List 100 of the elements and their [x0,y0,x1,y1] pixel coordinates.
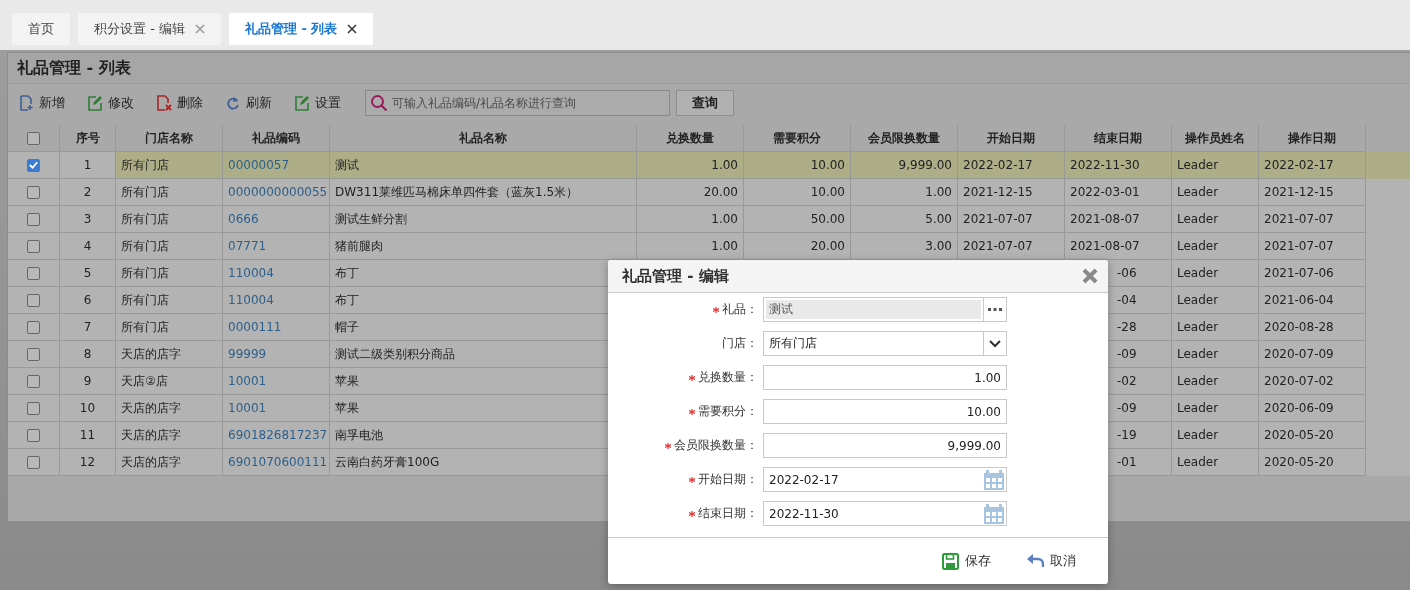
name-cell: 猪前腿肉 [335,237,383,255]
store-cell: 天店②店 [121,372,168,390]
row-number: 10 [79,401,96,415]
table-cell: -09 [1117,401,1137,415]
table-cell: 2021-07-07 [1264,239,1334,253]
table-cell: 2020-06-09 [1264,401,1334,415]
table-cell: -01 [1117,455,1137,469]
table-cell: 20.00 [703,185,738,199]
field-label: 礼品： [722,301,758,318]
table-cell: -06 [1117,266,1137,280]
name-cell: 帽子 [335,318,359,336]
row-number: 8 [83,347,92,361]
table-cell: 2022-02-17 [963,158,1033,172]
store-cell: 天店的店字 [121,399,181,417]
store-cell: 所有门店 [121,210,169,228]
table-cell: 2021-08-07 [1070,212,1140,226]
table-cell: Leader [1177,266,1219,280]
table-cell: Leader [1177,185,1219,199]
table-cell: Leader [1177,239,1219,253]
field-label: 需要积分： [698,403,758,420]
table-cell: -19 [1117,428,1137,442]
name-cell: 布丁 [335,291,359,309]
code-cell: 00000057 [228,158,290,172]
table-cell: 2020-05-20 [1264,428,1334,442]
table-cell: 2022-02-17 [1264,158,1334,172]
row-number: 7 [83,320,92,334]
code-cell: 10001 [228,374,267,388]
dialog-title: 礼品管理 - 编辑 [622,266,729,286]
row-number: 11 [79,428,96,442]
table-cell: 2021-12-15 [963,185,1033,199]
table-cell: Leader [1177,347,1219,361]
table-cell: -04 [1117,293,1137,307]
name-cell: 苹果 [335,372,359,390]
table-cell: 10.00 [810,158,845,172]
store-cell: 所有门店 [121,291,169,309]
table-cell: 2021-07-07 [963,239,1033,253]
store-cell: 天店的店字 [121,345,181,363]
table-cell: 2020-07-02 [1264,374,1334,388]
row-number: 5 [83,266,92,280]
table-cell: 1.00 [711,212,738,226]
row-number: 1 [83,158,92,172]
table-cell: 2021-07-06 [1264,266,1334,280]
code-cell: 0000111 [228,320,282,334]
table-cell: 1.00 [711,239,738,253]
code-cell: 07771 [228,239,267,253]
field-label: 会员限换数量： [674,437,758,454]
name-cell: DW311莱维匹马棉床单四件套（蓝灰1.5米） [335,183,579,201]
table-cell: Leader [1177,401,1219,415]
table-cell: 2021-12-15 [1264,185,1334,199]
field-label: 结束日期： [698,505,758,522]
table-cell: Leader [1177,455,1219,469]
name-cell: 南孚电池 [335,426,383,444]
row-number: 3 [83,212,92,226]
name-cell: 测试二级类别积分商品 [335,345,455,363]
row-number: 6 [83,293,92,307]
name-cell: 苹果 [335,399,359,417]
field-label: 兑换数量： [698,369,758,386]
table-cell: 5.00 [925,212,952,226]
table-cell: Leader [1177,158,1219,172]
name-cell: 云南白药牙膏100G [335,453,440,471]
store-cell: 天店的店字 [121,453,181,471]
code-cell: 110004 [228,266,274,280]
table-cell: 10.00 [810,185,845,199]
table-cell: -09 [1117,347,1137,361]
table-cell: 2020-07-09 [1264,347,1334,361]
code-cell: 0000000000055 [228,185,328,199]
table-cell: Leader [1177,320,1219,334]
code-cell: 99999 [228,347,267,361]
store-cell: 所有门店 [121,156,169,174]
table-cell: -28 [1117,320,1137,334]
field-label: 门店： [722,335,758,352]
table-cell: 1.00 [711,158,738,172]
row-number: 9 [83,374,92,388]
table-cell: 2021-08-07 [1070,239,1140,253]
row-number: 12 [79,455,96,469]
table-cell: 9,999.00 [898,158,952,172]
table-cell: 2020-08-28 [1264,320,1334,334]
code-cell: 6901826817237 [228,428,328,442]
table-cell: Leader [1177,212,1219,226]
row-number: 2 [83,185,92,199]
table-cell: 2021-06-04 [1264,293,1334,307]
name-cell: 布丁 [335,264,359,282]
store-cell: 所有门店 [121,183,169,201]
name-cell: 测试生鲜分割 [335,210,407,228]
table-cell: 20.00 [810,239,845,253]
store-cell: 天店的店字 [121,426,181,444]
name-cell: 测试 [335,156,359,174]
store-cell: 所有门店 [121,318,169,336]
code-cell: 10001 [228,401,267,415]
table-cell: 2021-07-07 [1264,212,1334,226]
table-cell: 2020-05-20 [1264,455,1334,469]
table-cell: -02 [1117,374,1137,388]
field-label: 开始日期： [698,471,758,488]
code-cell: 110004 [228,293,274,307]
table-cell: Leader [1177,293,1219,307]
table-cell: 50.00 [810,212,845,226]
code-cell: 6901070600111 [228,455,328,469]
row-number: 4 [83,239,92,253]
table-cell: 3.00 [925,239,952,253]
table-cell: 2021-07-07 [963,212,1033,226]
